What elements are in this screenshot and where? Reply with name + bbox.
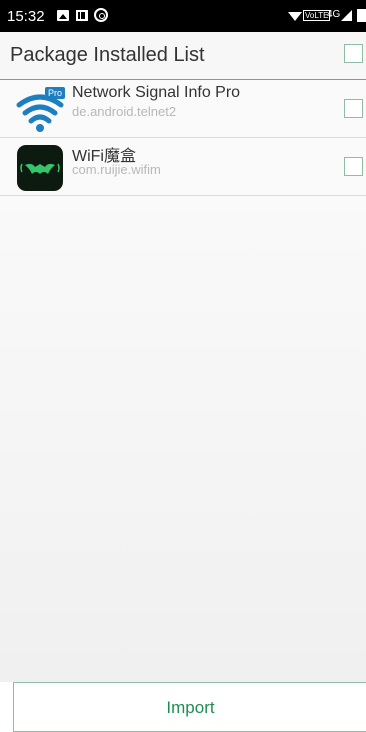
header: Package Installed List	[0, 32, 366, 80]
media-icon	[76, 10, 88, 21]
app-checkbox[interactable]	[344, 99, 363, 118]
status-bar: 15:32 VoLTE 4G	[0, 0, 366, 32]
list-item[interactable]: WiFi魔盒 com.ruijie.wifim	[0, 138, 366, 196]
page-title: Package Installed List	[10, 44, 205, 66]
photo-icon	[57, 10, 69, 21]
svg-text:Pro: Pro	[48, 88, 62, 98]
sync-icon	[94, 8, 108, 22]
package-list: Pro Network Signal Info Pro de.android.t…	[0, 80, 366, 682]
import-button-label: Import	[166, 698, 215, 717]
import-button[interactable]: Import	[13, 682, 366, 732]
app-package: com.ruijie.wifim	[72, 162, 161, 177]
app-checkbox[interactable]	[344, 157, 363, 176]
bat-wifi-icon	[17, 145, 63, 191]
battery-icon	[357, 9, 366, 22]
app-package: de.android.telnet2	[72, 104, 177, 119]
status-time: 15:32	[7, 8, 45, 25]
wifi-icon	[288, 12, 302, 21]
select-all-checkbox[interactable]	[344, 44, 363, 63]
app-name: Network Signal Info Pro	[72, 84, 241, 101]
list-item[interactable]: Pro Network Signal Info Pro de.android.t…	[0, 80, 366, 138]
cell-signal-icon	[341, 10, 352, 21]
wifi-pro-icon: Pro	[16, 87, 65, 132]
network-type: 4G	[327, 9, 341, 20]
